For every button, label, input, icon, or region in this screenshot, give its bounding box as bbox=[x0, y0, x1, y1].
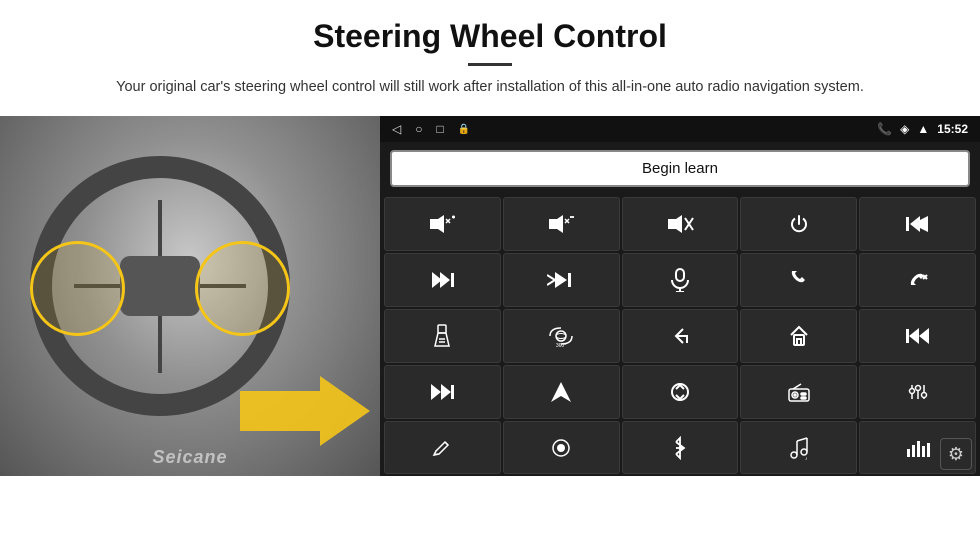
header-section: Steering Wheel Control Your original car… bbox=[0, 0, 980, 108]
status-bar: ◁ ○ □ 🔒 📞 ◈ ▲ 15:52 bbox=[380, 116, 980, 142]
highlight-circle-right bbox=[195, 241, 290, 336]
begin-learn-row: Begin learn bbox=[380, 142, 980, 195]
signal-icon: ▲ bbox=[917, 122, 929, 136]
status-nav-icons: ◁ ○ □ 🔒 bbox=[392, 122, 470, 136]
vol-down-button[interactable] bbox=[503, 197, 620, 251]
recents-nav-icon: □ bbox=[436, 122, 443, 136]
prev-track-button[interactable] bbox=[859, 197, 976, 251]
record-button[interactable] bbox=[503, 421, 620, 475]
power-button[interactable] bbox=[740, 197, 857, 251]
phone-icon: 📞 bbox=[877, 122, 892, 136]
radio-button[interactable] bbox=[740, 365, 857, 419]
next-button[interactable] bbox=[384, 253, 501, 307]
lock-icon: 🔒 bbox=[458, 124, 470, 135]
mute-button[interactable] bbox=[622, 197, 739, 251]
photo-area: Seicane bbox=[0, 116, 380, 476]
title-divider bbox=[468, 63, 512, 66]
navigate-button[interactable] bbox=[503, 365, 620, 419]
equalizer-button[interactable] bbox=[859, 365, 976, 419]
back-nav-icon: ◁ bbox=[392, 122, 401, 136]
steering-wheel-bg: Seicane bbox=[0, 116, 380, 476]
fast-forward-button[interactable] bbox=[384, 365, 501, 419]
ui-panel: ◁ ○ □ 🔒 📞 ◈ ▲ 15:52 Begin learn bbox=[380, 116, 980, 476]
wifi-icon: ◈ bbox=[900, 122, 909, 136]
clock-display: 15:52 bbox=[937, 122, 968, 136]
watermark-text: Seicane bbox=[152, 447, 227, 468]
arrow-container bbox=[240, 376, 370, 446]
svg-text:♪: ♪ bbox=[805, 456, 808, 460]
home-nav-button[interactable] bbox=[740, 309, 857, 363]
music-button[interactable]: ♪ bbox=[740, 421, 857, 475]
hangup-button[interactable] bbox=[859, 253, 976, 307]
bluetooth-button[interactable] bbox=[622, 421, 739, 475]
arrow-icon bbox=[240, 376, 370, 446]
rewind-button[interactable] bbox=[859, 309, 976, 363]
steering-wheel-center bbox=[120, 256, 200, 316]
back-nav-button[interactable] bbox=[622, 309, 739, 363]
360view-button[interactable]: 360° bbox=[503, 309, 620, 363]
begin-learn-button[interactable]: Begin learn bbox=[390, 150, 970, 187]
call-button[interactable] bbox=[740, 253, 857, 307]
flashlight-button[interactable] bbox=[384, 309, 501, 363]
swap-button[interactable] bbox=[622, 365, 739, 419]
pencil-button[interactable] bbox=[384, 421, 501, 475]
highlight-circle-left bbox=[30, 241, 125, 336]
content-area: Seicane ◁ ○ □ 🔒 📞 ◈ ▲ 15:52 Begin learn bbox=[0, 116, 980, 476]
skip-button[interactable] bbox=[503, 253, 620, 307]
controls-grid: 360° bbox=[380, 195, 980, 476]
subtitle-text: Your original car's steering wheel contr… bbox=[80, 76, 900, 98]
page-title: Steering Wheel Control bbox=[60, 18, 920, 55]
settings-button[interactable]: ⚙ bbox=[940, 438, 972, 470]
mic-button[interactable] bbox=[622, 253, 739, 307]
vol-up-button[interactable] bbox=[384, 197, 501, 251]
home-nav-icon: ○ bbox=[415, 122, 422, 136]
status-right-icons: 📞 ◈ ▲ 15:52 bbox=[877, 122, 968, 136]
